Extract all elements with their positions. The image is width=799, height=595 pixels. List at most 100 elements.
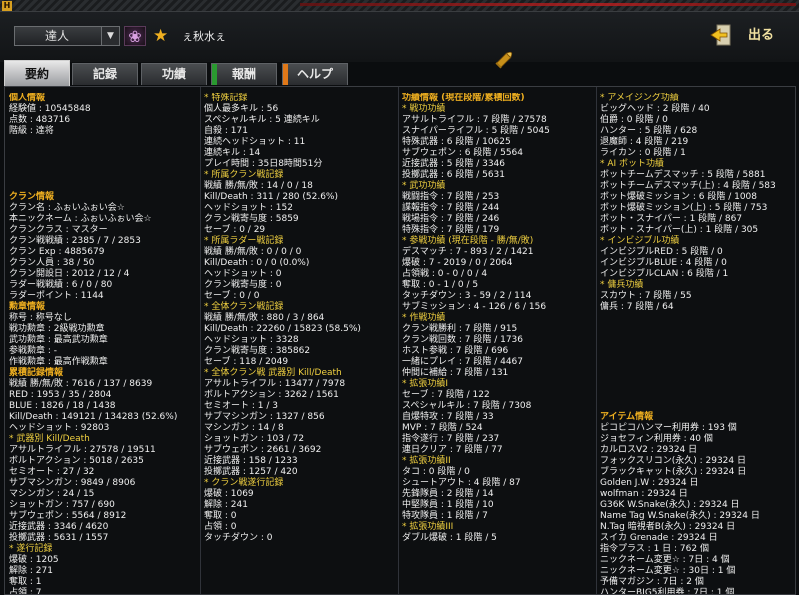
stat-line: 連続キル : 14 <box>204 148 261 158</box>
stat-line: ボット・スナイパー : 1 段階 / 867 <box>600 214 743 224</box>
tab-label: 記録 <box>92 67 117 81</box>
stat-line: 投擲武器 : 1257 / 420 <box>204 467 298 477</box>
subsection-heading: * AI ボット功績 <box>600 159 665 169</box>
stat-line: 奪取 : 0 - 1 / 0 / 5 <box>402 280 479 290</box>
stat-line: 自爆特攻 : 7 段階 / 33 <box>402 412 494 422</box>
stat-line: スペシャルキル : 7 段階 / 7308 <box>402 401 532 411</box>
stat-line: ボルトアクション : 5018 / 2635 <box>9 456 144 466</box>
stat-line: ショットガン : 757 / 690 <box>9 500 115 510</box>
exit-button[interactable]: 出る <box>704 20 794 52</box>
stat-line: ハンターBIG5利用券 : 7日 : 1 個 <box>600 588 735 595</box>
stat-line: インビジブルCLAN : 6 段階 / 1 <box>600 269 729 279</box>
stat-line: 戦功勲章 : 2級戦功勲章 <box>9 324 105 334</box>
stat-line: G36K W.Snake(永久) : 29324 日 <box>600 500 740 510</box>
tab-label: 要約 <box>24 67 49 81</box>
stat-line: アサルトライフル : 13477 / 7978 <box>204 379 346 389</box>
stat-line: ラダーポイント : 1144 <box>9 291 104 301</box>
stat-line: スナイパーライフル : 5 段階 / 5045 <box>402 126 550 136</box>
stat-line: スカウト : 7 段階 / 55 <box>600 291 692 301</box>
stat-line: サブウェポン : 6 段階 / 5564 <box>402 148 523 158</box>
stat-line: サブウェポン : 5564 / 8912 <box>9 511 127 521</box>
tab-mark <box>212 64 217 85</box>
stat-line: ニックネーム変更☆ : 30日 : 1 個 <box>600 566 736 576</box>
stat-line: Kill/Death : 311 / 280 (52.6%) <box>204 192 338 202</box>
stat-line: 連続ヘッドショット : 11 <box>204 137 306 147</box>
stat-line: クランクラス : マスター <box>9 225 108 235</box>
items-column: * アメイジング功績 ビッグヘッド : 2 段階 / 40 伯爵 : 0 段階 / … <box>600 93 794 595</box>
stat-line: Kill/Death : 22260 / 15823 (58.5%) <box>204 324 361 334</box>
tab-achievements[interactable]: 功績 <box>141 63 207 85</box>
chevron-down-icon[interactable]: ▼ <box>101 27 119 45</box>
stat-line: 奪取 : 0 <box>204 511 237 521</box>
personal-info-column: 個人情報 経験値 : 10545848 点数 : 483716 階級 : 達将 クラン情… <box>9 93 197 595</box>
subsection-heading: * 傭兵功績 <box>600 280 644 290</box>
subsection-heading: * 全体クラン戦 武器別 Kill/Death <box>204 368 342 378</box>
subsection-heading: * 武器別 Kill/Death <box>9 434 90 444</box>
player-name: ぇ秋水ぇ <box>182 30 226 43</box>
stat-line: タッチダウン : 0 <box>204 533 273 543</box>
stat-line: 称号 : 称号なし <box>9 313 72 323</box>
subsection-heading: * 参戦功績 (現在段階 - 勝/無/敗) <box>402 236 534 246</box>
stat-line: マシンガン : 24 / 15 <box>9 489 95 499</box>
stat-line: ジョセフィン利用券 : 40 個 <box>600 434 713 444</box>
stat-line: セミオート : 27 / 32 <box>9 467 95 477</box>
stat-line: サブウェポン : 2661 / 3692 <box>204 445 322 455</box>
stat-line: ピコピコハンマー利用券 : 193 個 <box>600 423 737 433</box>
stat-line: Name Tag W.Snake(永久) : 29324 日 <box>600 511 760 521</box>
stat-line: ヘッドショット : 3328 <box>204 335 299 345</box>
stat-line: 近接武器 : 3346 / 4620 <box>9 522 109 532</box>
stat-line: ボット爆破ミッション(上) : 5 段階 / 753 <box>600 203 768 213</box>
stat-line: アサルトライフル : 27578 / 19511 <box>9 445 156 455</box>
subsection-heading: * 所属クラン戦記録 <box>204 170 284 180</box>
subsection-heading: * クラン戦遂行記録 <box>204 478 284 488</box>
title-bar: H <box>0 0 799 12</box>
subsection-heading: * 作戦功績 <box>402 313 446 323</box>
stat-line: 戦績 勝/無/敗 : 14 / 0 / 18 <box>204 181 313 191</box>
title-stripe <box>300 3 796 6</box>
tab-help[interactable]: ヘルプ <box>282 63 348 85</box>
stat-line: 本ニックネーム : ふぉいふぉい会☆ <box>9 214 152 224</box>
stat-line: セーブ : 0 / 0 <box>204 291 260 301</box>
subsection-heading: * 特殊記録 <box>204 93 248 103</box>
stat-line: 投擲武器 : 6 段階 / 5631 <box>402 170 505 180</box>
stat-line: ダブル爆破 : 1 段階 / 5 <box>402 533 497 543</box>
subsection-heading: * 所属ラダー戦記録 <box>204 236 284 246</box>
stat-line: ライカン : 0 段階 / 1 <box>600 148 686 158</box>
subsection-heading: * 武功功績 <box>402 181 446 191</box>
stat-line: 占領 : 0 <box>204 522 237 532</box>
column-divider <box>596 87 597 594</box>
stat-line: 爆破 : 1205 <box>9 555 59 565</box>
stat-line: 戦場指令 : 7 段階 / 246 <box>402 214 500 224</box>
stat-line: 経験値 : 10545848 <box>9 104 91 114</box>
stat-line: Golden J.W : 29324 日 <box>600 478 699 488</box>
stat-line: ボット爆破ミッション : 6 段階 / 1008 <box>600 192 757 202</box>
special-records-column: * 特殊記録 個人最多キル : 56 スペシャルキル : 5 連続キル 自殺 : 17… <box>204 93 396 544</box>
stat-line: サブマシンガン : 9849 / 8906 <box>9 478 136 488</box>
section-heading: 勲章情報 <box>9 302 46 312</box>
stat-line: インビジブルBLUE : 4 段階 / 0 <box>600 258 727 268</box>
stat-line: 爆破 : 1069 <box>204 489 254 499</box>
tab-summary[interactable]: 要約 <box>4 60 70 86</box>
stat-line: N.Tag 暗視者B(永久) : 29324 日 <box>600 522 736 532</box>
stat-line: 武功勲章 : 最高武功勲章 <box>9 335 108 345</box>
stat-line: 傭兵 : 7 段階 / 64 <box>600 302 674 312</box>
stat-line: ビッグヘッド : 2 段階 / 40 <box>600 104 710 114</box>
tab-rewards[interactable]: 報酬 <box>211 63 277 85</box>
stat-line: 解除 : 271 <box>9 566 53 576</box>
stat-line: 占領 : 7 <box>9 588 42 595</box>
stat-line: ヘッドショット : 92803 <box>9 423 110 433</box>
stat-line: セーブ : 118 / 2049 <box>204 357 289 367</box>
tab-records[interactable]: 記録 <box>72 63 138 85</box>
stat-line: Kill/Death : 0 / 0 (0.0%) <box>204 258 310 268</box>
stat-line: ボット・スナイパー(上) : 1 段階 / 305 <box>600 225 759 235</box>
achievements-column: 功績情報 (現在段階/累積回数) * 戦功功績 アサルトライフル : 7 段階 / … <box>402 93 594 544</box>
stat-line: クラン戦勝利 : 7 段階 / 915 <box>402 324 518 334</box>
column-divider <box>200 87 201 594</box>
rank-select[interactable]: 達人 ▼ <box>14 26 120 46</box>
